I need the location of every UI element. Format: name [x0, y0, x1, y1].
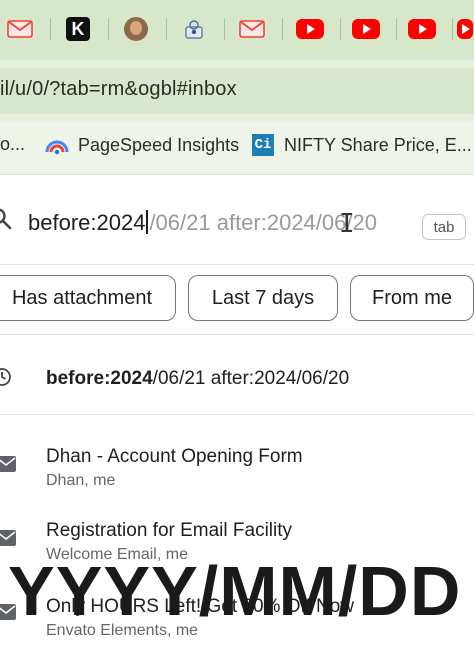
bookmark-label: PageSpeed Insights	[78, 134, 240, 155]
message-subject: Registration for Email Facility	[46, 520, 293, 541]
bookmarks-bar: o... PageSpeed Insights Ci NIFTY Share P…	[0, 122, 474, 175]
tab-separator	[282, 18, 283, 40]
mail-icon	[0, 530, 16, 546]
overlay-caption: YYYY/MM/DD	[8, 552, 462, 630]
search-typed-text: before:2024	[28, 210, 146, 235]
tab-k[interactable]: K	[58, 12, 98, 46]
gmail-icon	[7, 20, 33, 38]
recent-search-rest: /06/21 after:2024/06/20	[152, 368, 350, 389]
message-suggestion[interactable]: Dhan - Account Opening Form Dhan, me	[0, 440, 474, 512]
youtube-icon	[296, 19, 324, 39]
gmail-icon	[239, 20, 265, 38]
tab-youtube-partial[interactable]	[450, 12, 474, 46]
tab-key-hint: tab	[422, 214, 466, 240]
pagespeed-icon	[45, 140, 69, 155]
tab-separator	[224, 18, 225, 40]
bookmark-label: o...	[0, 134, 26, 154]
tab-strip: K	[0, 0, 474, 60]
tab-separator	[166, 18, 167, 40]
search-icon[interactable]	[0, 208, 12, 230]
tab-youtube-2[interactable]	[346, 12, 386, 46]
tab-separator	[340, 18, 341, 40]
recent-search-bold: before:2024	[46, 368, 153, 389]
chip-from-me[interactable]: From me	[350, 275, 474, 321]
avatar-icon	[124, 17, 148, 41]
chip-has-attachment[interactable]: Has attachment	[0, 275, 176, 321]
search-bar[interactable]: before:2024/06/21 after:2024/06/20	[0, 176, 474, 265]
url-text: il/u/0/?tab=rm&ogbl#inbox	[0, 78, 237, 100]
mail-icon	[0, 456, 16, 472]
tab-separator	[50, 18, 51, 40]
tab-avatar[interactable]	[116, 12, 156, 46]
history-icon	[0, 368, 11, 386]
chip-last-7-days[interactable]: Last 7 days	[188, 275, 338, 321]
bookmark-pagespeed[interactable]: PageSpeed Insights	[44, 134, 239, 156]
youtube-icon	[457, 19, 473, 39]
filter-chips: Has attachment Last 7 days From me	[0, 266, 474, 335]
bookmark-nifty[interactable]: Ci NIFTY Share Price, E...	[252, 134, 472, 156]
bookmark-label: NIFTY Share Price, E...	[284, 134, 472, 155]
tab-separator	[108, 18, 109, 40]
tab-separator	[396, 18, 397, 40]
youtube-icon	[352, 19, 380, 39]
ibeam-cursor-icon: I	[339, 209, 355, 239]
bookmark-partial[interactable]: o...	[0, 134, 25, 155]
tab-gmail-2[interactable]	[232, 12, 272, 46]
tab-extension[interactable]	[174, 12, 214, 46]
search-input[interactable]: before:2024/06/21 after:2024/06/20	[28, 210, 377, 236]
recent-search-row[interactable]: before:2024/06/21 after:2024/06/20	[0, 336, 474, 415]
tab-gmail-1[interactable]	[0, 12, 40, 46]
message-subject: Dhan - Account Opening Form	[46, 446, 303, 467]
tab-youtube-1[interactable]	[290, 12, 330, 46]
tab-youtube-3[interactable]	[402, 12, 442, 46]
ci-icon: Ci	[252, 134, 274, 156]
youtube-icon	[408, 19, 436, 39]
message-from: Dhan, me	[46, 472, 116, 489]
k-logo-icon: K	[66, 17, 90, 41]
address-bar[interactable]: il/u/0/?tab=rm&ogbl#inbox	[0, 68, 474, 114]
extension-icon	[185, 20, 203, 39]
toolbar: il/u/0/?tab=rm&ogbl#inbox	[0, 60, 474, 122]
recent-search-text: before:2024/06/21 after:2024/06/20	[46, 368, 349, 390]
